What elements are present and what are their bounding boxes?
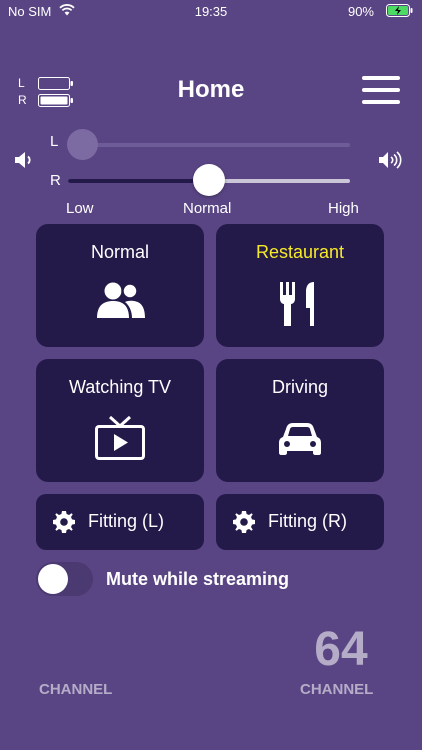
right-channel-label: CHANNEL xyxy=(300,681,374,698)
toggle-knob[interactable] xyxy=(38,564,68,594)
scale-low-label: Low xyxy=(66,200,94,217)
right-volume-fill xyxy=(68,179,209,183)
scale-normal-label: Normal xyxy=(183,200,232,217)
hamburger-icon[interactable] xyxy=(362,76,400,104)
volume-high-icon xyxy=(378,151,402,174)
program-tile-normal[interactable]: Normal xyxy=(36,224,204,347)
status-bar: No SIM 19:35 90% xyxy=(0,0,422,24)
right-slider-label: R xyxy=(50,172,61,189)
battery-percent: 90% xyxy=(347,4,374,19)
right-channel-value: 64 xyxy=(314,623,368,676)
fork-knife-icon xyxy=(276,280,324,333)
charging-battery-icon xyxy=(386,4,414,20)
tv-icon xyxy=(94,415,146,466)
mute-label: Mute while streaming xyxy=(106,569,290,589)
scale-high-label: High xyxy=(328,200,359,217)
program-label: Watching TV xyxy=(68,377,172,397)
left-channel-label: CHANNEL xyxy=(39,681,113,698)
program-label: Driving xyxy=(271,377,328,397)
volume-low-icon xyxy=(14,151,36,174)
left-volume-slider[interactable] xyxy=(68,143,350,147)
program-tile-driving[interactable]: Driving xyxy=(216,359,384,482)
gear-icon xyxy=(52,510,76,539)
program-tile-restaurant[interactable]: Restaurant xyxy=(216,224,384,347)
fitting-left-button[interactable]: Fitting (L) xyxy=(36,494,204,550)
program-label: Normal xyxy=(90,242,149,262)
fitting-right-label: Fitting (R) xyxy=(268,511,348,531)
program-label: Restaurant xyxy=(255,242,345,262)
fitting-left-label: Fitting (L) xyxy=(88,511,165,531)
gear-icon xyxy=(232,510,256,539)
mute-toggle[interactable] xyxy=(36,562,93,596)
car-icon xyxy=(278,421,322,464)
left-slider-label: L xyxy=(50,133,59,150)
people-icon xyxy=(94,280,146,325)
program-tile-watching-tv[interactable]: Watching TV xyxy=(36,359,204,482)
right-volume-thumb[interactable] xyxy=(193,164,225,196)
fitting-right-button[interactable]: Fitting (R) xyxy=(216,494,384,550)
left-volume-thumb[interactable] xyxy=(67,129,98,160)
page-title: Home xyxy=(177,76,245,103)
